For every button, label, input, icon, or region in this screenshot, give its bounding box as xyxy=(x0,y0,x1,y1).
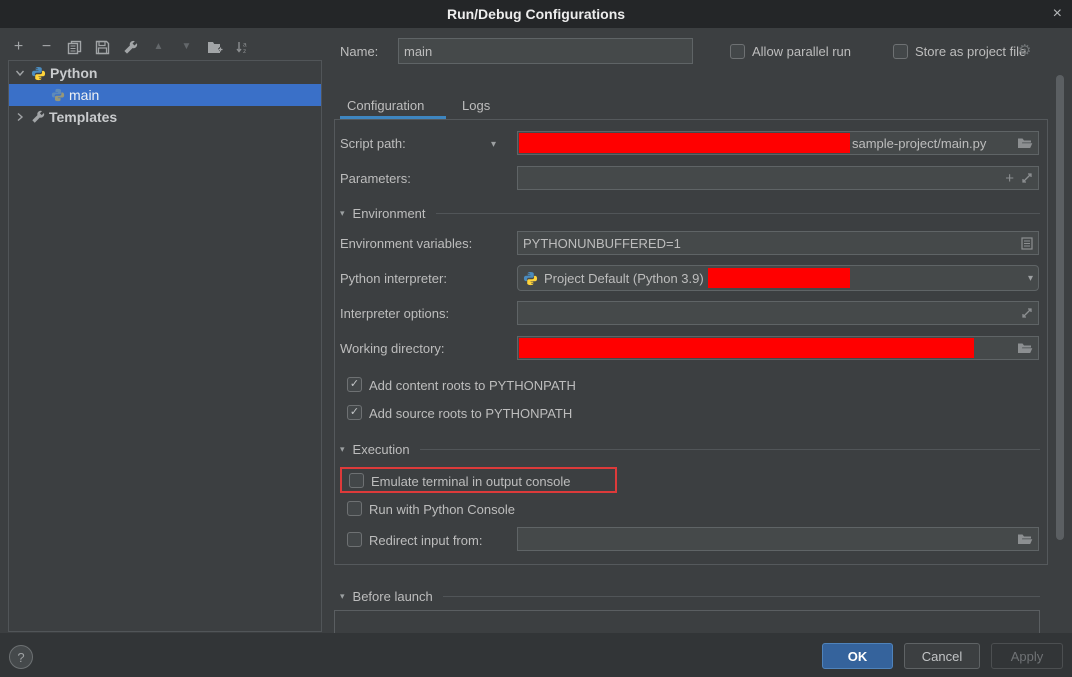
add-configuration-button[interactable]: + xyxy=(10,38,27,56)
before-launch-section-label: Before launch xyxy=(353,589,433,604)
dialog-title: Run/Debug Configurations xyxy=(447,6,625,22)
allow-parallel-run-checkbox[interactable] xyxy=(730,44,745,59)
browse-folder-icon[interactable] xyxy=(1017,137,1033,150)
copy-configuration-icon[interactable] xyxy=(66,38,83,56)
add-content-roots-label: Add content roots to PYTHONPATH xyxy=(369,378,576,393)
tree-item-main-label: main xyxy=(69,87,99,103)
interpreter-options-input[interactable] xyxy=(517,301,1039,325)
tree-item-templates-label: Templates xyxy=(49,109,117,125)
script-path-chevron-icon[interactable]: ▾ xyxy=(491,139,496,150)
allow-parallel-run-label: Allow parallel run xyxy=(752,44,851,59)
section-divider xyxy=(436,213,1040,214)
tree-item-templates[interactable]: Templates xyxy=(9,106,321,128)
browse-folder-icon[interactable] xyxy=(1017,533,1033,546)
execution-section-header[interactable]: ▾ Execution xyxy=(340,442,1040,457)
working-directory-label: Working directory: xyxy=(340,341,445,356)
name-label: Name: xyxy=(340,44,378,59)
move-down-icon[interactable]: ▼ xyxy=(178,38,195,56)
templates-wrench-icon xyxy=(31,110,45,124)
script-path-input[interactable]: sample-project/main.py xyxy=(517,131,1039,155)
redirect-input-file-input[interactable] xyxy=(517,527,1039,551)
working-directory-input[interactable] xyxy=(517,336,1039,360)
help-button[interactable]: ? xyxy=(9,645,33,669)
run-python-console-checkbox[interactable] xyxy=(347,501,362,516)
execution-section-label: Execution xyxy=(353,442,410,457)
close-icon[interactable]: × xyxy=(1053,4,1062,24)
tree-item-main[interactable]: main xyxy=(9,84,321,106)
section-divider xyxy=(443,596,1040,597)
redaction-bar xyxy=(519,338,974,358)
redirect-input-label: Redirect input from: xyxy=(369,533,482,548)
run-python-console-label: Run with Python Console xyxy=(369,502,515,517)
python-file-icon xyxy=(51,88,65,102)
environment-section-header[interactable]: ▾ Environment xyxy=(340,206,1040,221)
apply-button[interactable]: Apply xyxy=(991,643,1063,669)
redaction-bar xyxy=(519,133,850,153)
collapse-triangle-icon[interactable]: ▾ xyxy=(340,208,345,219)
environment-variables-label: Environment variables: xyxy=(340,236,472,251)
before-launch-task-list[interactable] xyxy=(334,610,1040,633)
interpreter-options-label: Interpreter options: xyxy=(340,306,449,321)
interpreter-dropdown-icon[interactable]: ▾ xyxy=(1028,273,1033,284)
name-input[interactable]: main xyxy=(398,38,693,64)
store-as-project-file-checkbox[interactable] xyxy=(893,44,908,59)
python-logo-icon xyxy=(31,66,46,81)
parameters-label: Parameters: xyxy=(340,171,411,186)
sort-configurations-icon[interactable]: az xyxy=(234,38,251,56)
python-interpreter-combobox[interactable]: Project Default (Python 3.9) ▾ xyxy=(517,265,1039,291)
emulate-terminal-checkbox[interactable] xyxy=(349,473,364,488)
add-source-roots-checkbox[interactable] xyxy=(347,405,362,420)
store-as-project-file-label: Store as project file xyxy=(915,44,1026,59)
tree-item-python[interactable]: Python xyxy=(9,62,321,84)
new-folder-icon[interactable] xyxy=(206,38,223,56)
collapse-triangle-icon[interactable]: ▾ xyxy=(340,444,345,455)
browse-folder-icon[interactable] xyxy=(1017,342,1033,355)
move-up-icon[interactable]: ▲ xyxy=(150,38,167,56)
cancel-button[interactable]: Cancel xyxy=(904,643,980,669)
redaction-bar xyxy=(708,268,850,288)
add-content-roots-checkbox[interactable] xyxy=(347,377,362,392)
configurations-tree: Python main Templates xyxy=(8,60,322,632)
help-icon: ? xyxy=(17,650,24,665)
parameters-input[interactable]: + xyxy=(517,166,1039,190)
tree-item-python-label: Python xyxy=(50,65,97,81)
insert-macro-plus-icon[interactable]: + xyxy=(1005,170,1014,187)
before-launch-section-header[interactable]: ▾ Before launch xyxy=(340,589,1040,604)
name-value: main xyxy=(404,44,432,59)
emulate-terminal-label: Emulate terminal in output console xyxy=(371,474,570,489)
ok-button[interactable]: OK xyxy=(822,643,893,669)
python-interpreter-label: Python interpreter: xyxy=(340,271,447,286)
save-configuration-icon[interactable] xyxy=(94,38,111,56)
tab-configuration[interactable]: Configuration xyxy=(347,98,424,113)
script-path-value: sample-project/main.py xyxy=(852,136,986,151)
svg-text:z: z xyxy=(243,48,246,55)
chevron-down-icon[interactable] xyxy=(9,69,31,77)
remove-configuration-button[interactable]: − xyxy=(38,38,55,56)
chevron-right-icon[interactable] xyxy=(9,112,31,122)
gear-icon[interactable]: ⚙ xyxy=(1018,41,1031,59)
collapse-triangle-icon[interactable]: ▾ xyxy=(340,591,345,602)
environment-section-label: Environment xyxy=(353,206,426,221)
expand-field-icon[interactable] xyxy=(1021,172,1033,184)
environment-variables-value: PYTHONUNBUFFERED=1 xyxy=(523,236,681,251)
edit-templates-icon[interactable] xyxy=(122,38,139,56)
expand-field-icon[interactable] xyxy=(1021,307,1033,319)
add-source-roots-label: Add source roots to PYTHONPATH xyxy=(369,406,572,421)
vertical-scrollbar[interactable] xyxy=(1056,75,1064,540)
python-logo-icon xyxy=(523,271,538,286)
tab-logs[interactable]: Logs xyxy=(462,98,490,113)
environment-variables-input[interactable]: PYTHONUNBUFFERED=1 xyxy=(517,231,1039,255)
edit-variables-icon[interactable] xyxy=(1021,237,1033,250)
title-bar: Run/Debug Configurations × xyxy=(0,0,1072,28)
script-path-label: Script path: xyxy=(340,136,406,151)
section-divider xyxy=(420,449,1040,450)
configurations-toolbar: + − ▲ ▼ az xyxy=(10,36,251,58)
run-debug-configurations-dialog: Run/Debug Configurations × + − ▲ ▼ az xyxy=(0,0,1072,677)
python-interpreter-value: Project Default (Python 3.9) xyxy=(544,271,704,286)
redirect-input-checkbox[interactable] xyxy=(347,532,362,547)
